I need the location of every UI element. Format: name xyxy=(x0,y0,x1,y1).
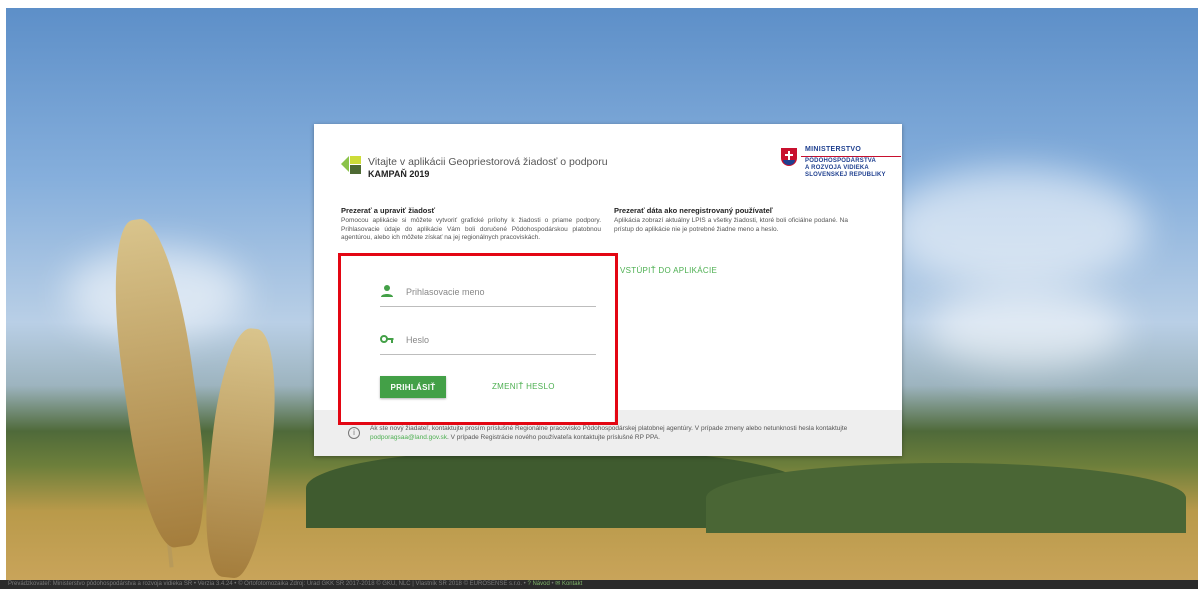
ministry-logo: MINISTERSTVO PÔDOHOSPODÁRSTVA A ROZVOJA … xyxy=(781,146,901,186)
info-icon: i xyxy=(348,427,360,439)
footer-text: Prevádzkovateľ: Ministerstvo pôdohospodá… xyxy=(8,581,526,587)
app-logo-icon xyxy=(341,156,361,174)
guest-access-heading: Prezerať dáta ako neregistrovaný používa… xyxy=(614,206,773,215)
ministry-line-2: PÔDOHOSPODÁRSTVA xyxy=(805,158,877,164)
edit-application-text: Pomocou aplikácie si môžete vytvoriť gra… xyxy=(341,217,601,241)
campaign-label: KAMPAŇ 2019 xyxy=(368,169,430,179)
ministry-line-4: SLOVENSKEJ REPUBLIKY xyxy=(805,172,886,178)
enter-application-link[interactable]: VSTÚPIŤ DO APLIKÁCIE xyxy=(620,266,717,275)
ministry-line-1: MINISTERSTVO xyxy=(805,146,862,153)
help-link[interactable]: ? Návod xyxy=(527,581,549,587)
support-email-link[interactable]: podporagsaa@land.gov.sk xyxy=(370,434,447,441)
contact-link[interactable]: ✉ Kontakt xyxy=(555,581,582,587)
ministry-line-3: A ROZVOJA VIDIEKA xyxy=(805,165,869,171)
edit-application-heading: Prezerať a upraviť žiadosť xyxy=(341,206,436,215)
footer: Prevádzkovateľ: Ministerstvo pôdohospodá… xyxy=(0,580,1198,589)
guest-access-text: Aplikácia zobrazí aktuálny LPIS a všetky… xyxy=(614,217,848,233)
info-text: Ak ste nový žiadateľ, kontaktujte prosím… xyxy=(370,425,848,441)
highlight-frame xyxy=(338,253,618,425)
app-title: Vitajte v aplikácii Geopriestorová žiado… xyxy=(368,156,608,168)
